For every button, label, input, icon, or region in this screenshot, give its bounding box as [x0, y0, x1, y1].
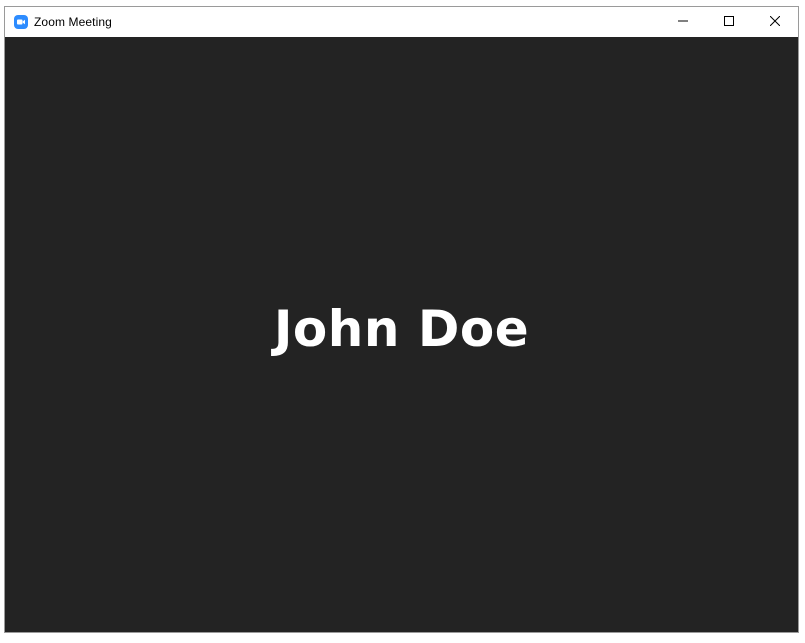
title-bar[interactable]: Zoom Meeting [5, 7, 798, 37]
close-icon [769, 13, 781, 31]
window-controls [660, 7, 798, 37]
video-area[interactable]: John Doe [5, 37, 798, 632]
minimize-button[interactable] [660, 7, 706, 37]
zoom-meeting-window: Zoom Meeting John Doe [4, 6, 799, 633]
maximize-button[interactable] [706, 7, 752, 37]
window-title: Zoom Meeting [34, 15, 112, 29]
maximize-icon [724, 13, 734, 31]
participant-name: John Doe [273, 299, 530, 358]
minimize-icon [678, 13, 688, 31]
zoom-camera-icon [14, 15, 28, 29]
close-button[interactable] [752, 7, 798, 37]
